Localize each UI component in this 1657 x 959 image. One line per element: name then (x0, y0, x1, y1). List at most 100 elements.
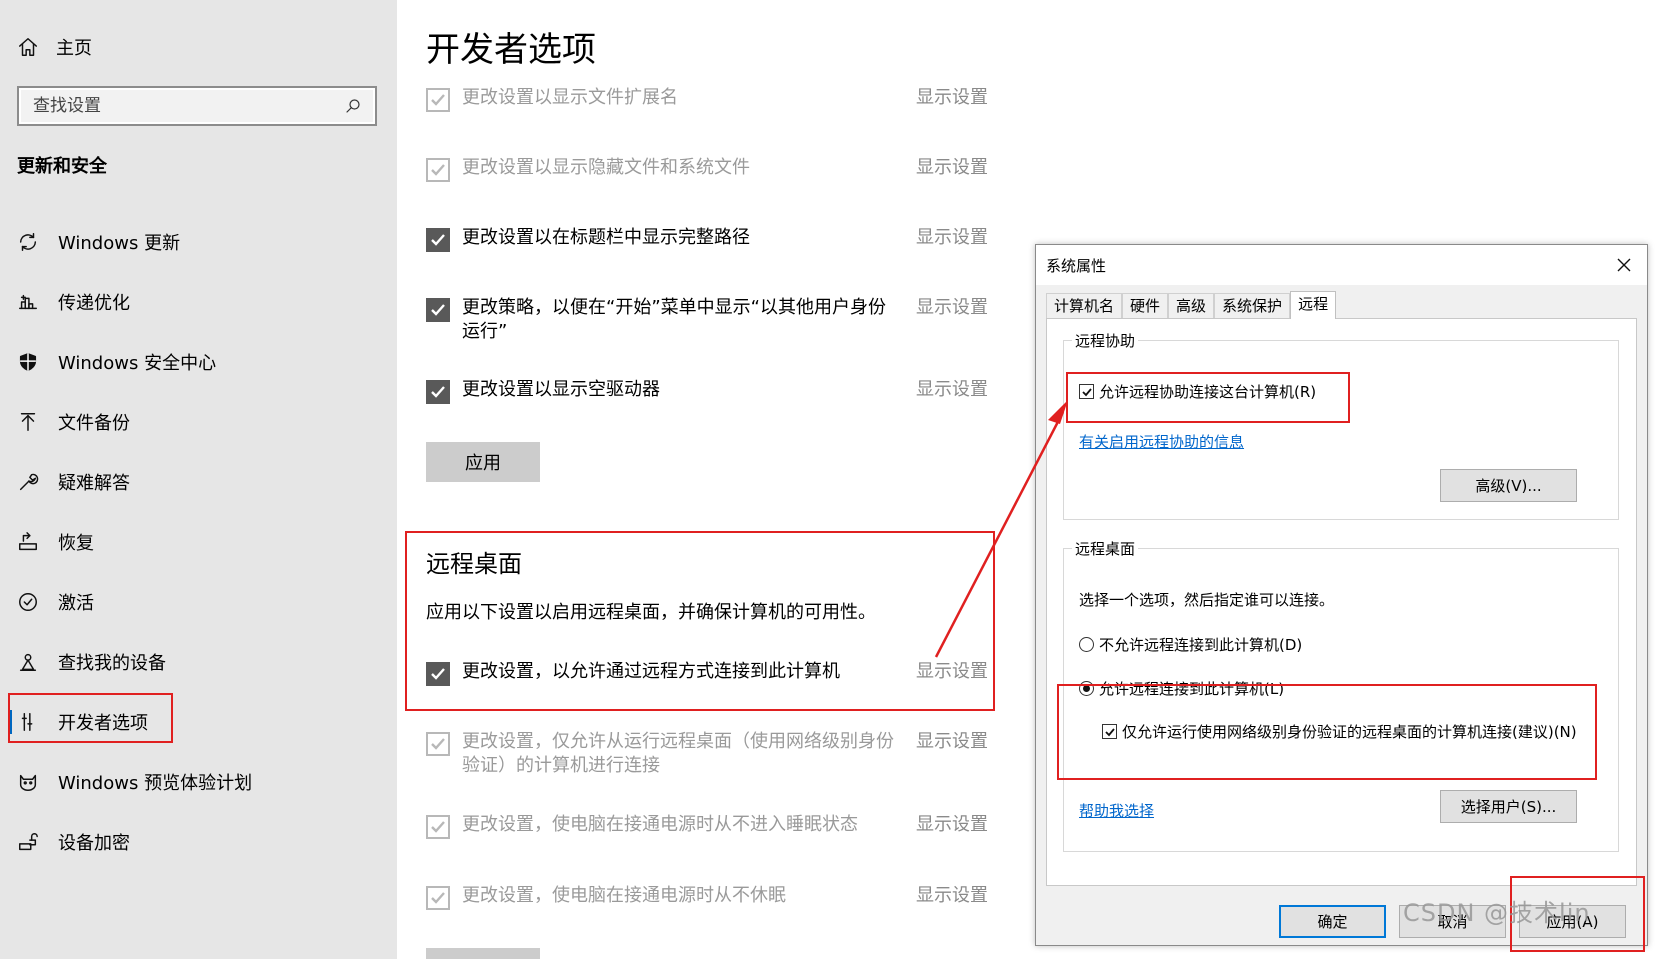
checkbox[interactable] (426, 380, 450, 404)
page-title: 开发者选项 (426, 30, 596, 70)
wrench-icon (16, 470, 40, 494)
option-show-full-path: 更改设置以在标题栏中显示完整路径 显示设置 (426, 226, 996, 252)
sidebar-item-recovery[interactable]: 恢复 (0, 512, 397, 572)
tab-computer-name[interactable]: 计算机名 (1046, 293, 1123, 319)
show-settings-link[interactable]: 显示设置 (916, 296, 988, 320)
refresh-icon (16, 230, 40, 254)
delivery-optimization-icon (16, 290, 40, 314)
select-users-button[interactable]: 选择用户(S)... (1440, 790, 1577, 823)
option-show-file-extensions: 更改设置以显示文件扩展名 显示设置 (426, 86, 996, 112)
developer-options-page: 开发者选项 更改设置以显示文件扩展名 显示设置 更改设置以显示隐藏文件和系统文件… (397, 0, 1037, 959)
checkbox[interactable] (426, 298, 450, 322)
sidebar-item-label: 查找我的设备 (58, 653, 166, 674)
annotation-box-remote-assistance (1066, 372, 1350, 423)
sidebar-nav: Windows 更新 传递优化 Windows 安全中心 文件备份 疑难解答 恢… (0, 212, 397, 872)
section-title: 更新和安全 (17, 156, 107, 177)
checkbox[interactable] (426, 228, 450, 252)
checkbox (426, 88, 450, 112)
search-box[interactable] (17, 86, 377, 126)
apply-button-partial[interactable] (426, 948, 540, 959)
tab-remote[interactable]: 远程 (1290, 291, 1337, 319)
option-label: 更改设置以显示文件扩展名 (462, 87, 678, 108)
option-label: 更改设置，使电脑在接通电源时从不休眠 (462, 885, 786, 906)
sidebar-item-delivery-optimization[interactable]: 传递优化 (0, 272, 397, 332)
encryption-icon (16, 830, 40, 854)
sidebar-item-label: 文件备份 (58, 413, 130, 434)
watermark: CSDN @技术lin (1403, 899, 1591, 927)
option-show-hidden-files: 更改设置以显示隐藏文件和系统文件 显示设置 (426, 156, 996, 182)
annotation-box-remote-desktop (405, 531, 995, 711)
sidebar-item-label: Windows 安全中心 (58, 353, 217, 374)
search-input[interactable] (33, 96, 341, 116)
system-properties-dialog: 系统属性 计算机名 硬件 高级 系统保护 远程 远程协助 允许远程协助连接这台计… (1035, 244, 1648, 946)
insider-cat-icon (16, 770, 40, 794)
sidebar-item-troubleshoot[interactable]: 疑难解答 (0, 452, 397, 512)
sidebar-item-label: 激活 (58, 593, 94, 614)
show-settings-link[interactable]: 显示设置 (916, 378, 988, 402)
group-label: 远程桌面 (1072, 538, 1139, 559)
option-run-as-other-user: 更改策略，以便在“开始”菜单中显示“以其他用户身份运行” 显示设置 (426, 296, 996, 344)
recovery-icon (16, 530, 40, 554)
option-never-hibernate: 更改设置，使电脑在接通电源时从不休眠 显示设置 (426, 884, 996, 910)
option-label: 更改设置以在标题栏中显示完整路径 (462, 227, 750, 248)
checkbox (426, 158, 450, 182)
radio-button[interactable] (1079, 637, 1094, 652)
find-device-icon (16, 650, 40, 674)
checkbox (426, 815, 450, 839)
apply-button[interactable]: 应用 (426, 442, 540, 482)
sidebar-item-activation[interactable]: 激活 (0, 572, 397, 632)
remote-assistance-info-link[interactable]: 有关启用远程协助的信息 (1079, 431, 1244, 452)
dialog-tabs: 计算机名 硬件 高级 系统保护 远程 (1046, 291, 1337, 319)
tab-hardware[interactable]: 硬件 (1122, 293, 1169, 319)
sidebar-item-find-my-device[interactable]: 查找我的设备 (0, 632, 397, 692)
show-settings-link[interactable]: 显示设置 (916, 730, 988, 754)
backup-arrow-icon (16, 410, 40, 434)
ok-button[interactable]: 确定 (1279, 905, 1386, 938)
option-label: 更改设置以显示空驱动器 (462, 379, 660, 400)
option-show-empty-drives: 更改设置以显示空驱动器 显示设置 (426, 378, 996, 404)
settings-sidebar: 主页 更新和安全 Windows 更新 传递优化 (0, 0, 397, 959)
option-label: 更改设置，使电脑在接通电源时从不进入睡眠状态 (462, 814, 858, 835)
sidebar-item-label: Windows 预览体验计划 (58, 773, 253, 794)
sidebar-item-label: 设备加密 (58, 833, 130, 854)
advanced-button[interactable]: 高级(V)... (1440, 469, 1577, 502)
sidebar-item-windows-update[interactable]: Windows 更新 (0, 212, 397, 272)
show-settings-link[interactable]: 显示设置 (916, 226, 988, 250)
annotation-box-developer-options (8, 693, 173, 743)
annotation-box-allow-remote (1057, 684, 1597, 780)
remote-desktop-instruction: 选择一个选项，然后指定谁可以连接。 (1079, 591, 1335, 609)
radio-label: 不允许远程连接到此计算机(D) (1099, 636, 1303, 654)
show-settings-link[interactable]: 显示设置 (916, 884, 988, 908)
group-label: 远程协助 (1072, 330, 1139, 351)
sidebar-item-label: Windows 更新 (58, 233, 181, 254)
deny-remote-radio-row[interactable]: 不允许远程连接到此计算机(D) (1079, 634, 1302, 655)
tab-advanced[interactable]: 高级 (1168, 293, 1215, 319)
show-settings-link[interactable]: 显示设置 (916, 156, 988, 180)
screenshot-root: 主页 更新和安全 Windows 更新 传递优化 (0, 0, 1657, 959)
shield-icon (16, 350, 40, 374)
sidebar-item-file-backup[interactable]: 文件备份 (0, 392, 397, 452)
home-label: 主页 (56, 38, 92, 59)
option-never-sleep: 更改设置，使电脑在接通电源时从不进入睡眠状态 显示设置 (426, 813, 996, 839)
check-circle-icon (16, 590, 40, 614)
show-settings-link[interactable]: 显示设置 (916, 86, 988, 110)
option-label: 更改设置以显示隐藏文件和系统文件 (462, 157, 750, 178)
home-link[interactable]: 主页 (16, 30, 92, 64)
sidebar-item-windows-security[interactable]: Windows 安全中心 (0, 332, 397, 392)
sidebar-item-label: 恢复 (58, 533, 94, 554)
option-nla-only: 更改设置，仅允许从运行远程桌面（使用网络级别身份验证）的计算机进行连接 显示设置 (426, 730, 996, 778)
sidebar-item-label: 疑难解答 (58, 473, 130, 494)
close-icon[interactable] (1601, 245, 1647, 285)
checkbox (426, 732, 450, 756)
sidebar-item-label: 传递优化 (58, 293, 130, 314)
tab-system-protection[interactable]: 系统保护 (1214, 293, 1291, 319)
help-me-choose-link[interactable]: 帮助我选择 (1079, 800, 1154, 821)
checkbox (426, 886, 450, 910)
sidebar-item-device-encryption[interactable]: 设备加密 (0, 812, 397, 872)
sidebar-item-windows-insider[interactable]: Windows 预览体验计划 (0, 752, 397, 812)
dialog-titlebar: 系统属性 (1036, 245, 1647, 285)
option-label: 更改设置，仅允许从运行远程桌面（使用网络级别身份验证）的计算机进行连接 (462, 731, 894, 776)
search-icon[interactable] (341, 94, 365, 118)
show-settings-link[interactable]: 显示设置 (916, 813, 988, 837)
option-label: 更改策略，以便在“开始”菜单中显示“以其他用户身份运行” (462, 297, 886, 342)
